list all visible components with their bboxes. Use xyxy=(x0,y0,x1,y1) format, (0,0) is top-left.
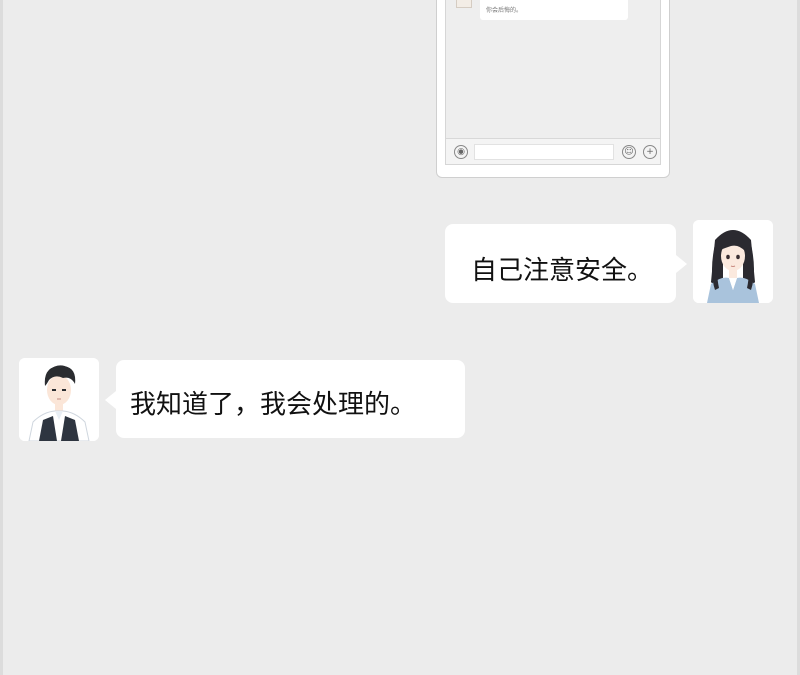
mini-message-bubble: 你会后悔的。 xyxy=(480,0,628,20)
chat-input-bar: ◉ ☺ + xyxy=(446,138,660,164)
avatar-girl xyxy=(693,220,773,303)
message-text: 自己注意安全。 xyxy=(471,256,654,286)
voice-icon[interactable]: ◉ xyxy=(454,145,468,159)
panel-border-left xyxy=(0,0,3,675)
plus-icon[interactable]: + xyxy=(643,145,657,159)
mini-message-text: 你会后悔的。 xyxy=(486,7,523,14)
message-bubble-girl: 自己注意安全。 xyxy=(445,224,687,303)
message-bubble-boy: 我知道了，我会处理的。 xyxy=(105,360,465,438)
boy-avatar-icon xyxy=(19,358,99,441)
avatar-boy xyxy=(19,358,99,441)
girl-avatar-icon xyxy=(693,220,773,303)
mini-avatar xyxy=(456,0,472,8)
message-text: 我知道了，我会处理的。 xyxy=(130,390,417,420)
phone-chat-screen: 你会后悔的。 ◉ ☺ + xyxy=(445,0,661,165)
message-input[interactable] xyxy=(474,144,614,160)
embedded-phone-screenshot: 你会后悔的。 ◉ ☺ + xyxy=(436,0,670,178)
emoji-icon[interactable]: ☺ xyxy=(622,145,636,159)
